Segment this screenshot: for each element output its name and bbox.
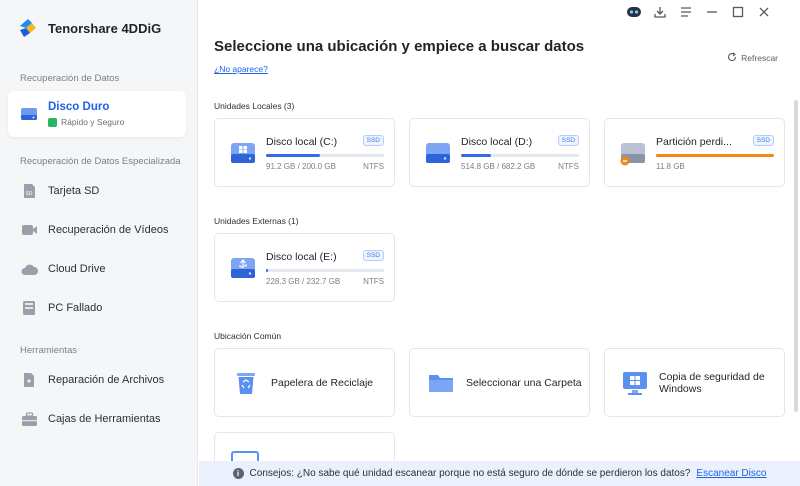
- download-icon[interactable]: [652, 4, 668, 20]
- drive-usage-fill: [656, 154, 774, 157]
- drive-name: Disco local (C:): [266, 136, 338, 148]
- drive-name: Disco local (E:): [266, 251, 337, 263]
- section-data-recovery: Recuperación de Datos: [20, 73, 120, 84]
- lost-partition-drive-icon: [619, 139, 647, 167]
- location-label: Copia de seguridad de Windows: [659, 370, 765, 395]
- drive-usage-fill: [461, 154, 491, 157]
- drive-name: Disco local (D:): [461, 136, 533, 148]
- sidebar-item-label: Cajas de Herramientas: [48, 413, 161, 425]
- minimize-icon[interactable]: [704, 4, 720, 20]
- monitor-icon: [231, 451, 259, 461]
- sidebar-item-label: Recuperación de Vídeos: [48, 224, 169, 236]
- cloud-icon: [20, 260, 38, 278]
- sidebar-item-toolbox[interactable]: Cajas de Herramientas: [8, 399, 186, 439]
- folder-icon: [426, 368, 456, 398]
- close-icon[interactable]: [756, 4, 772, 20]
- hard-drive-icon: [20, 105, 38, 123]
- not-appear-link[interactable]: ¿No aparece?: [214, 64, 268, 74]
- drive-size: 11.8 GB: [656, 162, 685, 171]
- sidebar-item-cloud-drive[interactable]: Cloud Drive: [8, 249, 186, 289]
- sidebar: Tenorshare 4DDiG Recuperación de Datos D…: [0, 0, 198, 486]
- sidebar-item-hard-drive[interactable]: Disco Duro Rápido y Seguro: [8, 91, 186, 137]
- drive-usage-bar: [656, 154, 774, 157]
- page-title: Seleccione una ubicación y empiece a bus…: [214, 38, 585, 55]
- location-label: Seleccionar una Carpeta: [466, 376, 582, 389]
- drive-card-d[interactable]: Disco local (D:) SSD 514.8 GB / 682.2 GB…: [409, 118, 590, 187]
- location-recycle-bin[interactable]: Papelera de Reciclaje: [214, 348, 395, 417]
- sidebar-item-label: Tarjeta SD: [48, 185, 100, 197]
- sidebar-item-label: Cloud Drive: [48, 263, 106, 275]
- drive-size: 514.8 GB / 682.2 GB: [461, 162, 536, 171]
- sidebar-item-subtitle: Rápido y Seguro: [48, 117, 124, 127]
- location-label: Papelera de Reciclaje: [271, 376, 374, 389]
- menu-icon[interactable]: [678, 4, 694, 20]
- tip-text: Consejos: ¿No sabe qué unidad escanear p…: [249, 468, 691, 479]
- drive-filesystem: NTFS: [363, 162, 384, 171]
- drive-card-c[interactable]: Disco local (C:) SSD 91.2 GB / 200.0 GB …: [214, 118, 395, 187]
- drive-size: 228.3 GB / 232.7 GB: [266, 277, 341, 286]
- assistant-bot-icon[interactable]: [626, 4, 642, 20]
- tip-bar: i Consejos: ¿No sabe qué unidad escanear…: [199, 461, 800, 486]
- refresh-label: Refrescar: [741, 53, 778, 63]
- drive-size: 91.2 GB / 200.0 GB: [266, 162, 336, 171]
- svg-text:SD: SD: [26, 191, 33, 197]
- sidebar-item-sd-card[interactable]: SD Tarjeta SD: [8, 171, 186, 211]
- external-drives-label: Unidades Externas (1): [214, 216, 299, 226]
- sidebar-item-file-repair[interactable]: Reparación de Archivos: [8, 360, 186, 400]
- location-select-folder[interactable]: Seleccionar una Carpeta: [409, 348, 590, 417]
- location-windows-backup[interactable]: Copia de seguridad de Windows: [604, 348, 785, 417]
- drive-name: Partición perdi...: [656, 136, 732, 148]
- scrollbar[interactable]: [794, 100, 798, 412]
- toolbox-icon: [20, 410, 38, 428]
- video-icon: [20, 221, 38, 239]
- refresh-button[interactable]: Refrescar: [727, 52, 778, 64]
- drive-card-e[interactable]: Disco local (E:) SSD 228.3 GB / 232.7 GB…: [214, 233, 395, 302]
- common-locations-label: Ubicación Común: [214, 331, 282, 341]
- section-special-recovery: Recuperación de Datos Especializada: [20, 156, 181, 167]
- section-tools: Herramientas: [20, 345, 78, 356]
- sidebar-item-crashed-pc[interactable]: PC Fallado: [8, 288, 186, 328]
- drive-usage-fill: [266, 269, 269, 272]
- sidebar-item-label: Disco Duro: [48, 101, 110, 113]
- drive-type-badge: SSD: [362, 250, 384, 261]
- refresh-icon: [727, 52, 737, 64]
- drive-filesystem: NTFS: [558, 162, 579, 171]
- maximize-icon[interactable]: [730, 4, 746, 20]
- app-logo-icon: [16, 16, 40, 40]
- app-name: Tenorshare 4DDiG: [48, 20, 162, 36]
- scan-disk-link[interactable]: Escanear Disco: [696, 468, 766, 479]
- recycle-bin-icon: [231, 368, 261, 398]
- drive-usage-bar: [266, 269, 384, 272]
- sidebar-item-video[interactable]: Recuperación de Vídeos: [8, 210, 186, 250]
- drive-type-badge: SSD: [557, 135, 579, 146]
- windows-backup-icon: [621, 368, 649, 398]
- window-controls: [626, 4, 772, 20]
- sd-card-icon: SD: [20, 182, 38, 200]
- crashed-pc-icon: [20, 299, 38, 317]
- drive-usage-bar: [266, 154, 384, 157]
- drive-usage-bar: [461, 154, 579, 157]
- drive-type-badge: SSD: [362, 135, 384, 146]
- file-repair-icon: [20, 371, 38, 389]
- brand: Tenorshare 4DDiG: [16, 16, 161, 40]
- usb-drive-icon: [229, 254, 257, 282]
- info-icon: i: [232, 468, 244, 479]
- drive-card-lost-partition[interactable]: Partición perdi... SSD 11.8 GB: [604, 118, 785, 187]
- drive-type-badge: SSD: [752, 135, 774, 146]
- shield-check-icon: [48, 117, 57, 127]
- sidebar-item-label: PC Fallado: [48, 302, 103, 314]
- windows-drive-icon: [229, 139, 257, 167]
- local-drives-label: Unidades Locales (3): [214, 101, 295, 111]
- drive-usage-fill: [266, 154, 320, 157]
- hard-drive-icon: [424, 139, 452, 167]
- sidebar-item-label: Reparación de Archivos: [48, 374, 165, 386]
- drive-filesystem: NTFS: [363, 277, 384, 286]
